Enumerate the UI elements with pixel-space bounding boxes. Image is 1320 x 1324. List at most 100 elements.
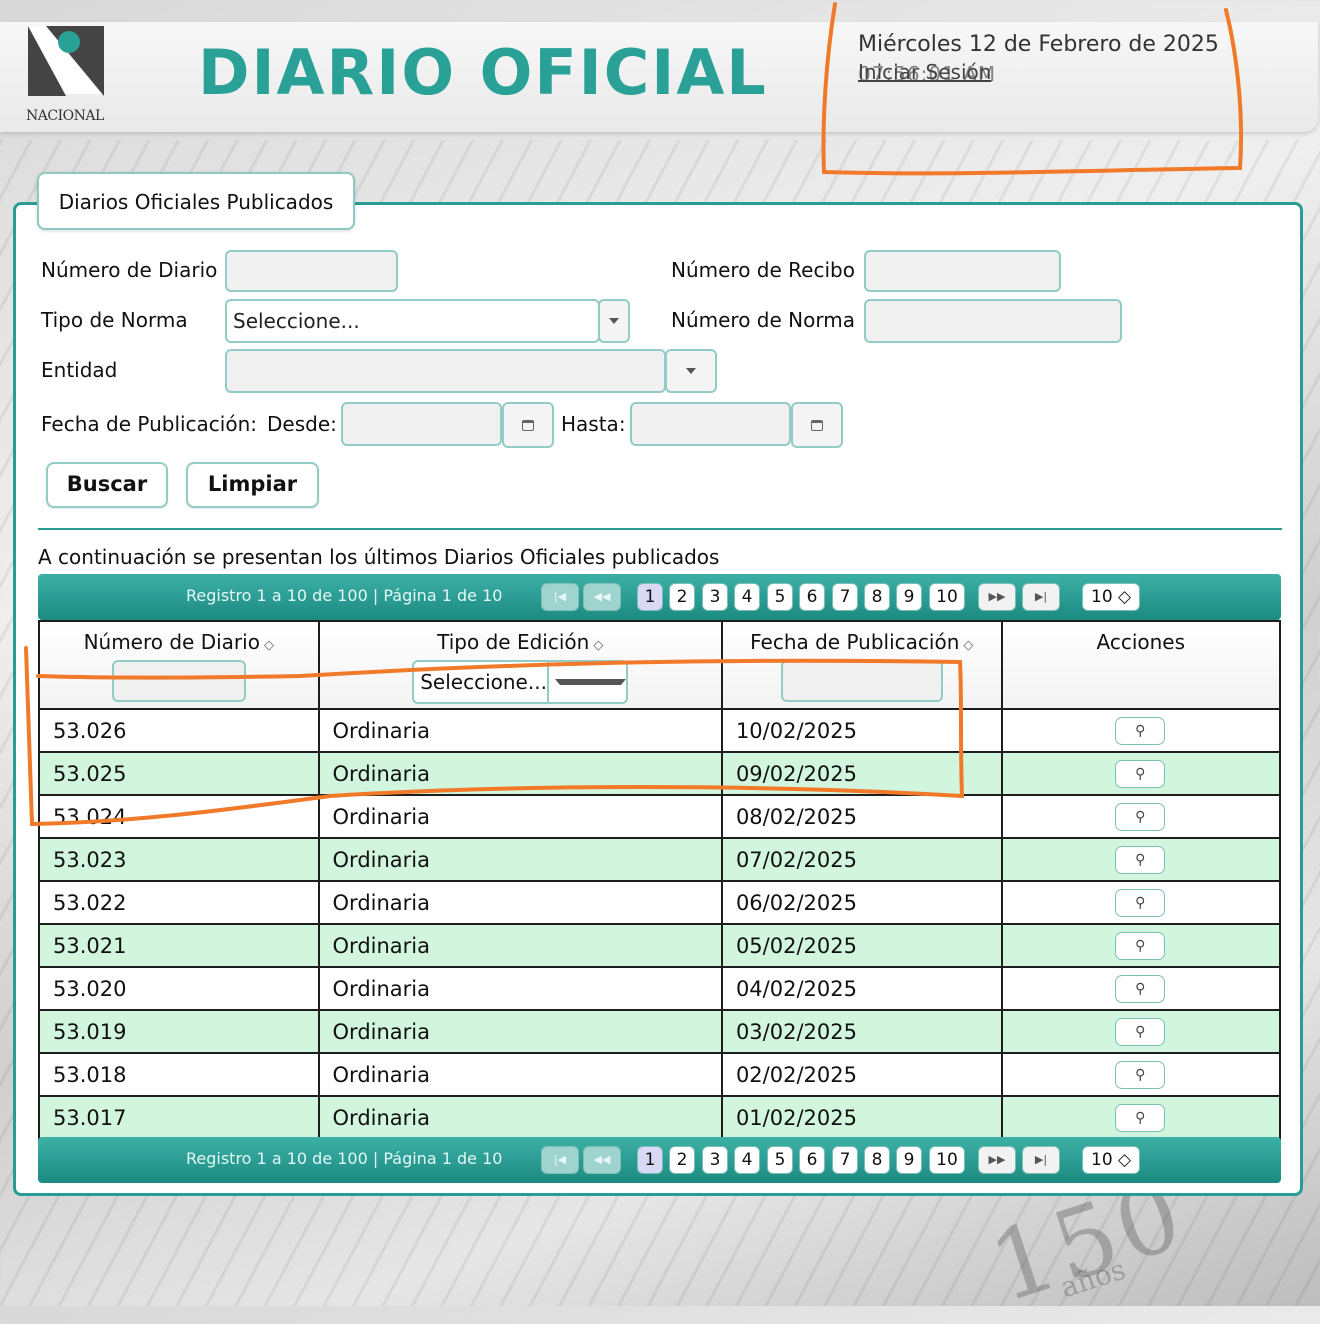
fecha-filter-input[interactable] [780,660,943,702]
desde-label: Desde: [267,412,337,436]
column-header-tipo[interactable]: Tipo de Edición ◇ Seleccione... [317,620,723,710]
view-button[interactable]: ⚲ [1115,888,1166,917]
sort-icon[interactable]: ◇ [593,638,603,653]
next-page-button[interactable]: ▶▶ [978,583,1016,611]
fecha-cell: 09/02/2025 [720,751,1003,796]
table-row: 53.022 Ordinaria 06/02/2025 ⚲ [38,880,1282,925]
page-button[interactable]: 3 [702,1146,728,1174]
fecha-cell: 02/02/2025 [720,1052,1003,1097]
numero-filter-input[interactable] [111,660,246,702]
page-button[interactable]: 10 [929,1146,965,1174]
column-header-label: Acciones [1096,630,1186,654]
table-row: 53.017 Ordinaria 01/02/2025 ⚲ [38,1095,1282,1140]
page-button[interactable]: 2 [669,583,695,611]
buscar-button[interactable]: Buscar [46,462,168,508]
tipo-filter-select[interactable]: Seleccione... [412,660,629,704]
table-row: 53.018 Ordinaria 02/02/2025 ⚲ [38,1052,1282,1097]
hasta-calendar-button[interactable] [791,402,843,448]
chevron-down-icon [554,679,627,685]
prev-page-button[interactable]: ◀◀ [583,583,621,611]
page-button[interactable]: 7 [832,1146,858,1174]
tipo-norma-dropdown-button[interactable] [598,299,630,343]
page-button[interactable]: 10 [929,583,965,611]
numero-recibo-input[interactable] [864,250,1061,292]
view-button[interactable]: ⚲ [1115,759,1166,788]
magnifier-icon: ⚲ [1135,851,1146,868]
page-button[interactable]: 9 [896,583,922,611]
view-button[interactable]: ⚲ [1115,931,1166,960]
view-button[interactable]: ⚲ [1115,845,1166,874]
first-page-button[interactable]: |◀ [541,583,579,611]
prev-page-button[interactable]: ◀◀ [583,1146,621,1174]
limpiar-button[interactable]: Limpiar [186,462,319,508]
column-header-label: Fecha de Publicación [750,630,960,654]
entidad-select[interactable] [225,349,666,393]
table-row: 53.019 Ordinaria 03/02/2025 ⚲ [38,1009,1282,1054]
chevron-down-icon [686,368,696,374]
page-button[interactable]: 8 [864,1146,890,1174]
acciones-cell: ⚲ [1000,1052,1282,1097]
hasta-date-input[interactable] [630,402,791,446]
tipo-cell: Ordinaria [317,837,723,882]
magnifier-icon: ⚲ [1135,937,1146,954]
tipo-filter-value: Seleccione... [420,670,547,694]
fecha-cell: 07/02/2025 [720,837,1003,882]
view-button[interactable]: ⚲ [1115,802,1166,831]
view-button[interactable]: ⚲ [1115,1060,1166,1089]
view-button[interactable]: ⚲ [1115,974,1166,1003]
tipo-cell: Ordinaria [317,966,723,1011]
numero-cell: 53.020 [38,966,320,1011]
page-button[interactable]: 6 [799,583,825,611]
table-row: 53.025 Ordinaria 09/02/2025 ⚲ [38,751,1282,796]
numero-diario-input[interactable] [225,250,398,292]
fecha-cell: 03/02/2025 [720,1009,1003,1054]
view-button[interactable]: ⚲ [1115,1103,1166,1132]
page-button[interactable]: 1 [637,1146,663,1174]
view-button[interactable]: ⚲ [1115,716,1166,745]
column-header-numero[interactable]: Número de Diario ◇ [38,620,320,710]
sort-icon[interactable]: ◇ [264,638,274,653]
numero-cell: 53.026 [38,708,320,753]
desde-date-input[interactable] [341,402,502,446]
column-header-acciones: Acciones [1000,620,1282,710]
first-page-button[interactable]: |◀ [541,1146,579,1174]
numero-cell: 53.022 [38,880,320,925]
tipo-cell: Ordinaria [317,1009,723,1054]
paginator-bottom: Registro 1 a 10 de 100 | Página 1 de 10 … [38,1137,1281,1183]
acciones-cell: ⚲ [1000,1009,1282,1054]
entidad-dropdown-button[interactable] [665,349,717,393]
page-button[interactable]: 2 [669,1146,695,1174]
tipo-norma-select[interactable]: Seleccione... [225,299,600,343]
numero-norma-input[interactable] [864,299,1122,343]
acciones-cell: ⚲ [1000,837,1282,882]
page-button[interactable]: 6 [799,1146,825,1174]
page-button[interactable]: 4 [734,583,760,611]
tipo-cell: Ordinaria [317,794,723,839]
page-button[interactable]: 5 [767,583,793,611]
column-header-fecha[interactable]: Fecha de Publicación ◇ [720,620,1003,710]
last-page-button[interactable]: ▶| [1022,583,1060,611]
page-button[interactable]: 7 [832,583,858,611]
next-page-button[interactable]: ▶▶ [978,1146,1016,1174]
page-button[interactable]: 3 [702,583,728,611]
page-button[interactable]: 9 [896,1146,922,1174]
sort-icon[interactable]: ◇ [963,638,973,653]
desde-calendar-button[interactable] [502,402,554,448]
last-page-button[interactable]: ▶| [1022,1146,1060,1174]
page-button[interactable]: 5 [767,1146,793,1174]
numero-cell: 53.018 [38,1052,320,1097]
acciones-cell: ⚲ [1000,880,1282,925]
page-button[interactable]: 8 [864,583,890,611]
table-row: 53.023 Ordinaria 07/02/2025 ⚲ [38,837,1282,882]
fecha-cell: 08/02/2025 [720,794,1003,839]
view-button[interactable]: ⚲ [1115,1017,1166,1046]
rows-per-page-select[interactable]: 10 ◇ [1082,1146,1140,1174]
tab-diarios-publicados[interactable]: Diarios Oficiales Publicados [37,172,355,230]
numero-recibo-label: Número de Recibo [671,258,855,282]
page-button[interactable]: 4 [734,1146,760,1174]
fecha-cell: 04/02/2025 [720,966,1003,1011]
rows-per-page-select[interactable]: 10 ◇ [1082,583,1140,611]
login-link[interactable]: Iniciar Sesión [858,60,991,84]
tipo-filter-dropdown-button[interactable] [546,662,627,702]
page-button[interactable]: 1 [637,583,663,611]
